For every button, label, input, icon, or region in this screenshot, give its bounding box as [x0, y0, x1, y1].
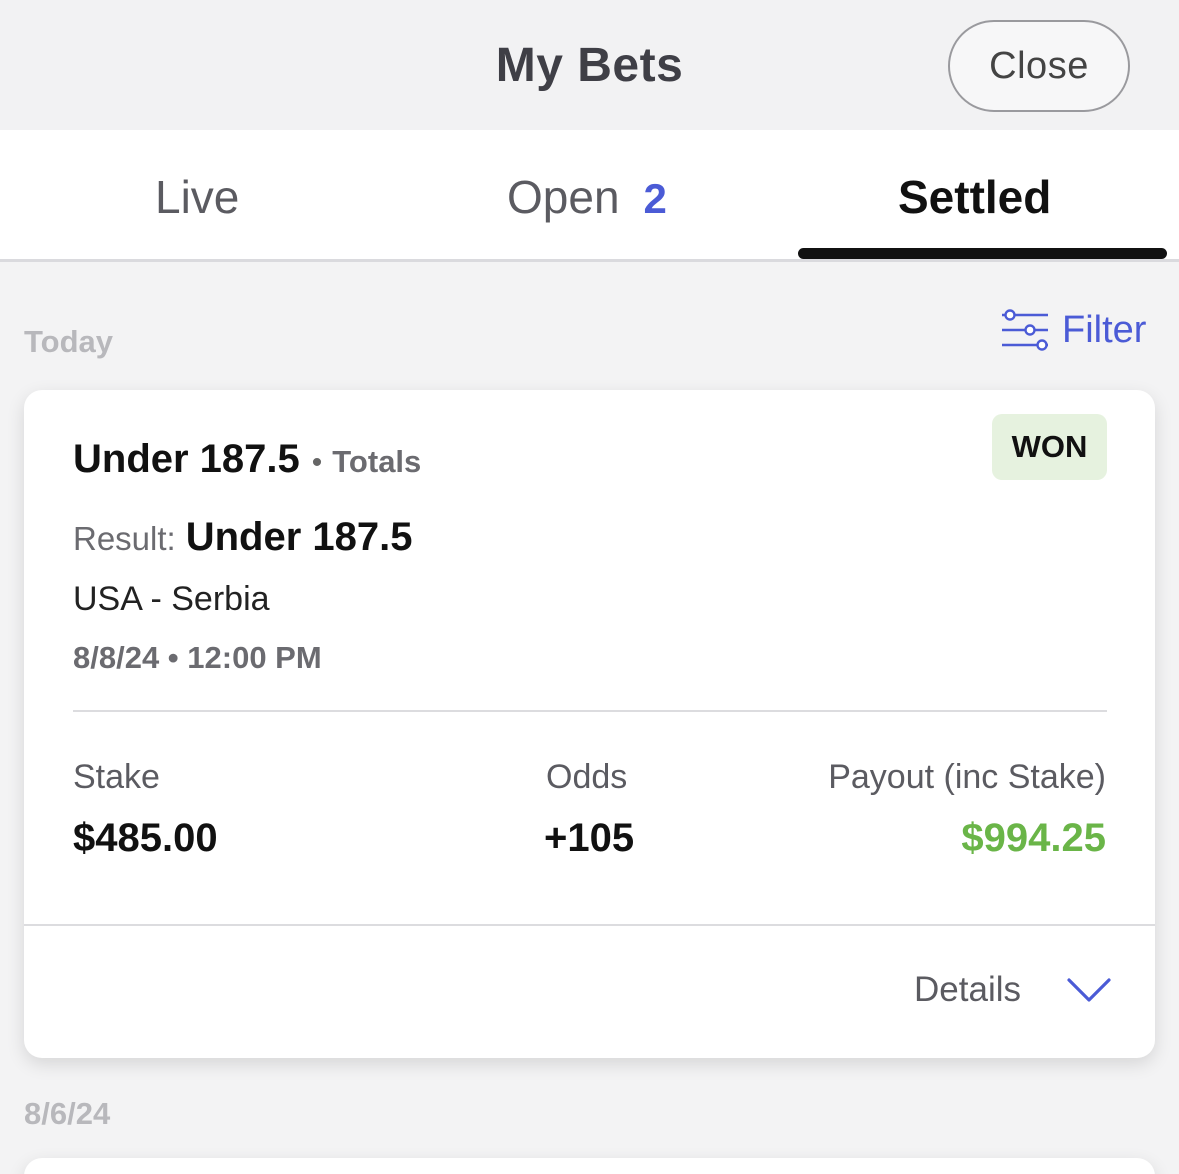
- tab-open[interactable]: Open 2: [507, 170, 667, 224]
- details-label: Details: [914, 970, 1021, 1009]
- section-date-label: 8/6/24: [24, 1096, 111, 1131]
- event-datetime: 8/8/24 • 12:00 PM: [73, 640, 322, 675]
- header: My Bets Close: [0, 0, 1179, 130]
- bet-card: Under 187.5 • Totals WON Result: Under 1…: [24, 390, 1155, 1058]
- open-count-badge: 2: [643, 175, 667, 222]
- chevron-down-icon: [1067, 978, 1111, 1002]
- odds-value: +105: [544, 816, 635, 860]
- separator-dot: •: [311, 446, 323, 479]
- bet-market: Totals: [332, 444, 422, 479]
- tab-label: Live: [155, 171, 240, 223]
- odds-label: Odds: [546, 758, 628, 796]
- tab-label: Open: [507, 171, 620, 223]
- status-badge: WON: [992, 414, 1107, 480]
- bet-result: Result: Under 187.5: [73, 515, 413, 560]
- tab-bar: Live Open 2 Settled: [0, 130, 1179, 262]
- payout-value: $994.25: [961, 816, 1106, 860]
- bet-title: Under 187.5 • Totals: [73, 437, 421, 482]
- divider: [24, 924, 1155, 926]
- payout-label: Payout (inc Stake): [828, 758, 1106, 796]
- sliders-icon: [1002, 309, 1048, 351]
- close-button[interactable]: Close: [948, 20, 1130, 112]
- result-value: Under 187.5: [185, 515, 413, 559]
- filter-button[interactable]: Filter: [1000, 300, 1146, 360]
- divider: [73, 710, 1107, 712]
- active-tab-indicator: [798, 248, 1167, 259]
- tab-live[interactable]: Live: [155, 170, 239, 224]
- stake-label: Stake: [73, 758, 160, 796]
- section-date-label: Today: [24, 324, 113, 359]
- stake-value: $485.00: [73, 816, 218, 860]
- event-name: USA - Serbia: [73, 580, 270, 618]
- filter-label: Filter: [1062, 308, 1147, 351]
- tab-label: Settled: [898, 171, 1052, 223]
- tab-settled[interactable]: Settled: [898, 170, 1051, 224]
- bet-selection: Under 187.5: [73, 437, 300, 481]
- bet-card: [24, 1158, 1155, 1174]
- details-toggle[interactable]: Details: [914, 970, 1111, 1010]
- result-label: Result:: [73, 520, 176, 557]
